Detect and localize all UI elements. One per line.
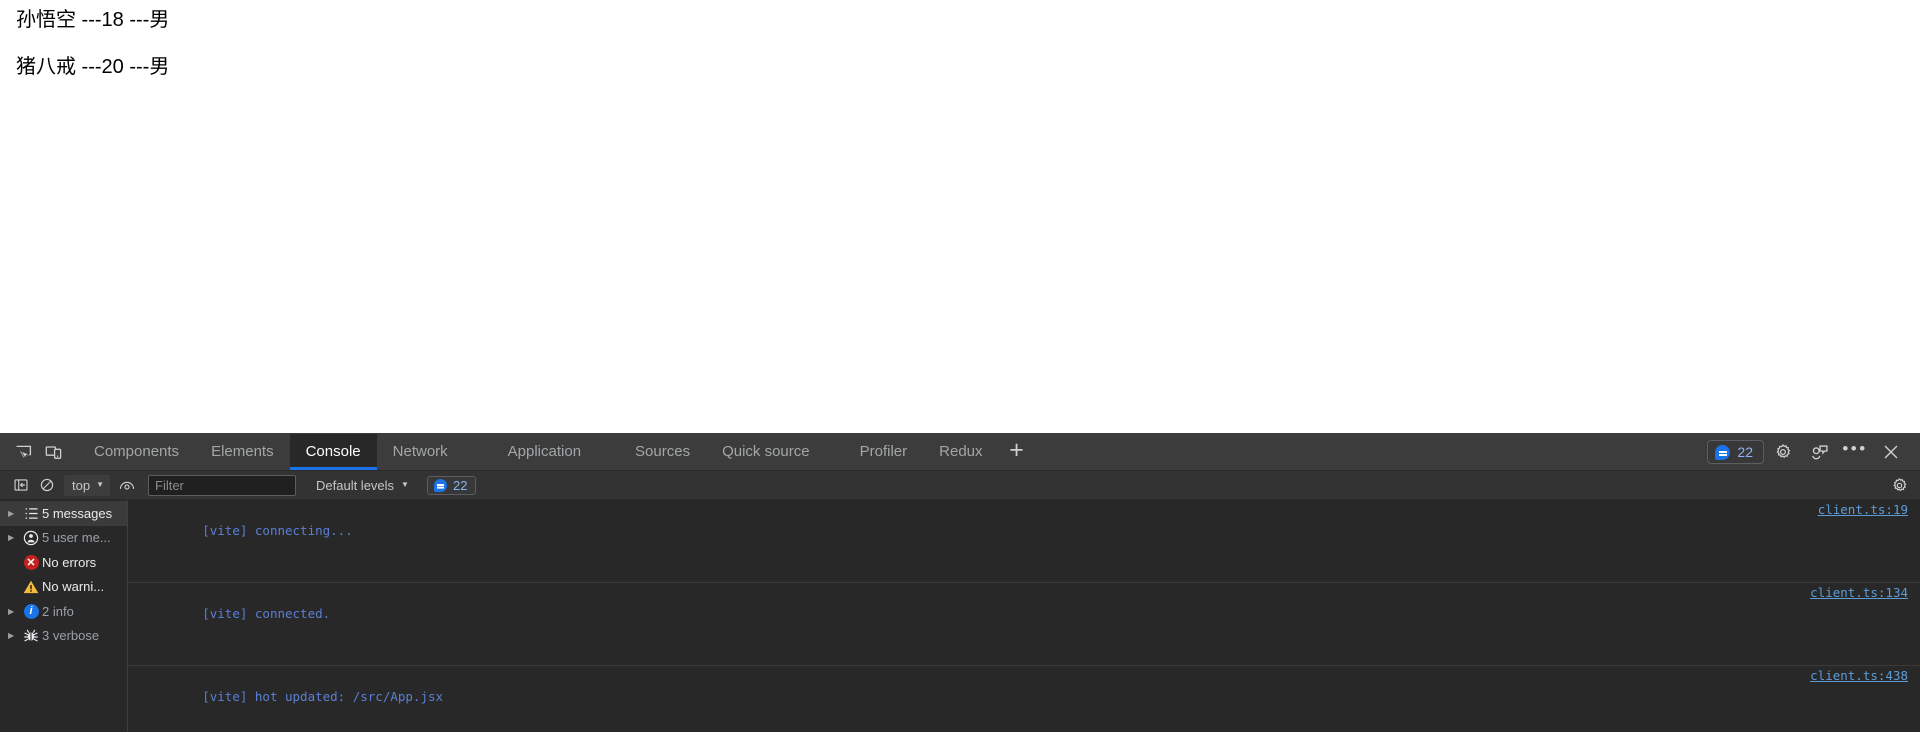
page-text-line-2: 猪八戒 ---20 ---男 bbox=[8, 56, 169, 80]
console-message-text: [vite] connected. bbox=[202, 606, 330, 621]
page-viewport: 孙悟空 ---18 ---男 猪八戒 ---20 ---男 bbox=[0, 0, 1920, 433]
console-row-vite-hot-updated[interactable]: [vite] hot updated: /src/App.jsx client.… bbox=[128, 666, 1920, 732]
gear-icon[interactable] bbox=[1766, 437, 1800, 467]
devtools-toolbar-right: 22 ••• bbox=[1707, 434, 1920, 470]
expand-triangle-icon[interactable]: ▶ bbox=[8, 631, 20, 640]
execution-context-selector[interactable]: top ▼ bbox=[64, 475, 110, 496]
tab-label: Redux bbox=[939, 434, 982, 470]
gear-icon[interactable] bbox=[1886, 473, 1912, 497]
log-levels-label: Default levels bbox=[316, 478, 394, 493]
sidebar-item-errors[interactable]: ▶ ✕ No errors bbox=[0, 550, 127, 575]
tab-redux[interactable]: Redux bbox=[923, 434, 998, 470]
tab-label: Elements bbox=[211, 434, 274, 470]
tab-profiler[interactable]: Profiler bbox=[844, 434, 924, 470]
tab-components[interactable]: Components bbox=[78, 434, 195, 470]
devtools-tabstrip: Components Elements Console Network Appl… bbox=[0, 434, 1920, 471]
message-count-badge[interactable]: 22 bbox=[1707, 440, 1764, 464]
add-tab-button[interactable]: + bbox=[999, 434, 1035, 470]
more-options-icon[interactable]: ••• bbox=[1838, 437, 1872, 467]
console-row-vite-connecting[interactable]: [vite] connecting... client.ts:19 bbox=[128, 500, 1920, 583]
console-message-text: [vite] connecting... bbox=[202, 523, 353, 538]
page-text-line-1: 孙悟空 ---18 ---男 bbox=[8, 9, 169, 33]
filterbar-message-badge[interactable]: 22 bbox=[427, 476, 476, 495]
tab-console[interactable]: Console bbox=[290, 434, 377, 470]
device-toolbar-icon[interactable] bbox=[38, 434, 68, 470]
warning-icon bbox=[20, 580, 42, 594]
console-sidebar: ▶ 5 messages ▶ bbox=[0, 500, 128, 732]
message-bubble-icon bbox=[1715, 445, 1730, 460]
sidebar-item-label: 5 user me... bbox=[42, 530, 111, 545]
console-log-list: [vite] connecting... client.ts:19 [vite]… bbox=[128, 500, 1920, 732]
log-levels-selector[interactable]: Default levels ▼ bbox=[316, 478, 409, 493]
sidebar-item-label: No errors bbox=[42, 555, 96, 570]
user-icon bbox=[20, 530, 42, 546]
tab-label: Components bbox=[94, 434, 179, 470]
tab-application[interactable]: Application bbox=[492, 434, 597, 470]
sidebar-item-messages[interactable]: ▶ 5 messages bbox=[0, 501, 127, 526]
tab-label: Profiler bbox=[860, 434, 908, 470]
sidebar-item-label: 5 messages bbox=[42, 506, 112, 521]
tab-label: Quick source bbox=[722, 434, 810, 470]
show-console-sidebar-icon[interactable] bbox=[8, 473, 34, 497]
sidebar-item-info[interactable]: ▶ i 2 info bbox=[0, 599, 127, 624]
sidebar-item-user-messages[interactable]: ▶ 5 user me... bbox=[0, 526, 127, 551]
sidebar-item-verbose[interactable]: ▶ 3 verbose bbox=[0, 624, 127, 649]
tab-quick-source[interactable]: Quick source bbox=[706, 434, 826, 470]
eye-icon[interactable] bbox=[114, 473, 140, 497]
chevron-down-icon: ▼ bbox=[401, 481, 409, 489]
sidebar-item-label: 3 verbose bbox=[42, 628, 99, 643]
source-link[interactable]: client.ts:134 bbox=[1810, 583, 1908, 604]
close-icon[interactable] bbox=[1874, 437, 1908, 467]
list-icon bbox=[20, 507, 42, 520]
bug-icon bbox=[20, 628, 42, 643]
console-body: ▶ 5 messages ▶ bbox=[0, 500, 1920, 732]
expand-triangle-icon[interactable]: ▶ bbox=[8, 509, 20, 518]
message-count: 22 bbox=[1737, 444, 1753, 460]
chevron-down-icon: ▼ bbox=[96, 481, 104, 489]
tab-label: Network bbox=[393, 434, 448, 470]
execution-context-value: top bbox=[72, 478, 90, 493]
sidebar-item-warnings[interactable]: ▶ No warni... bbox=[0, 575, 127, 600]
sidebar-item-label: 2 info bbox=[42, 604, 74, 619]
source-link[interactable]: client.ts:19 bbox=[1818, 500, 1908, 521]
tab-label: Sources bbox=[635, 434, 690, 470]
filter-input[interactable] bbox=[148, 475, 296, 496]
error-icon: ✕ bbox=[20, 555, 42, 570]
tab-sources[interactable]: Sources bbox=[619, 434, 706, 470]
sidebar-item-label: No warni... bbox=[42, 579, 104, 594]
devtools-panel: Components Elements Console Network Appl… bbox=[0, 433, 1920, 732]
feedback-icon[interactable] bbox=[1802, 437, 1836, 467]
inspect-element-icon[interactable] bbox=[8, 434, 38, 470]
message-bubble-icon bbox=[434, 479, 447, 492]
filterbar-message-count: 22 bbox=[453, 478, 467, 493]
expand-triangle-icon[interactable]: ▶ bbox=[8, 533, 20, 542]
source-link[interactable]: client.ts:438 bbox=[1810, 666, 1908, 687]
console-settings-group bbox=[1886, 473, 1912, 497]
tab-label: Console bbox=[306, 434, 361, 470]
tab-network[interactable]: Network bbox=[377, 434, 464, 470]
console-message-text: [vite] hot updated: /src/App.jsx bbox=[202, 689, 443, 704]
tab-label: Application bbox=[508, 434, 581, 470]
console-row-vite-connected[interactable]: [vite] connected. client.ts:134 bbox=[128, 583, 1920, 666]
expand-triangle-icon[interactable]: ▶ bbox=[8, 607, 20, 616]
tab-elements[interactable]: Elements bbox=[195, 434, 290, 470]
console-filter-bar: top ▼ Default levels ▼ 22 bbox=[0, 471, 1920, 500]
clear-console-icon[interactable] bbox=[34, 473, 60, 497]
info-icon: i bbox=[20, 604, 42, 619]
